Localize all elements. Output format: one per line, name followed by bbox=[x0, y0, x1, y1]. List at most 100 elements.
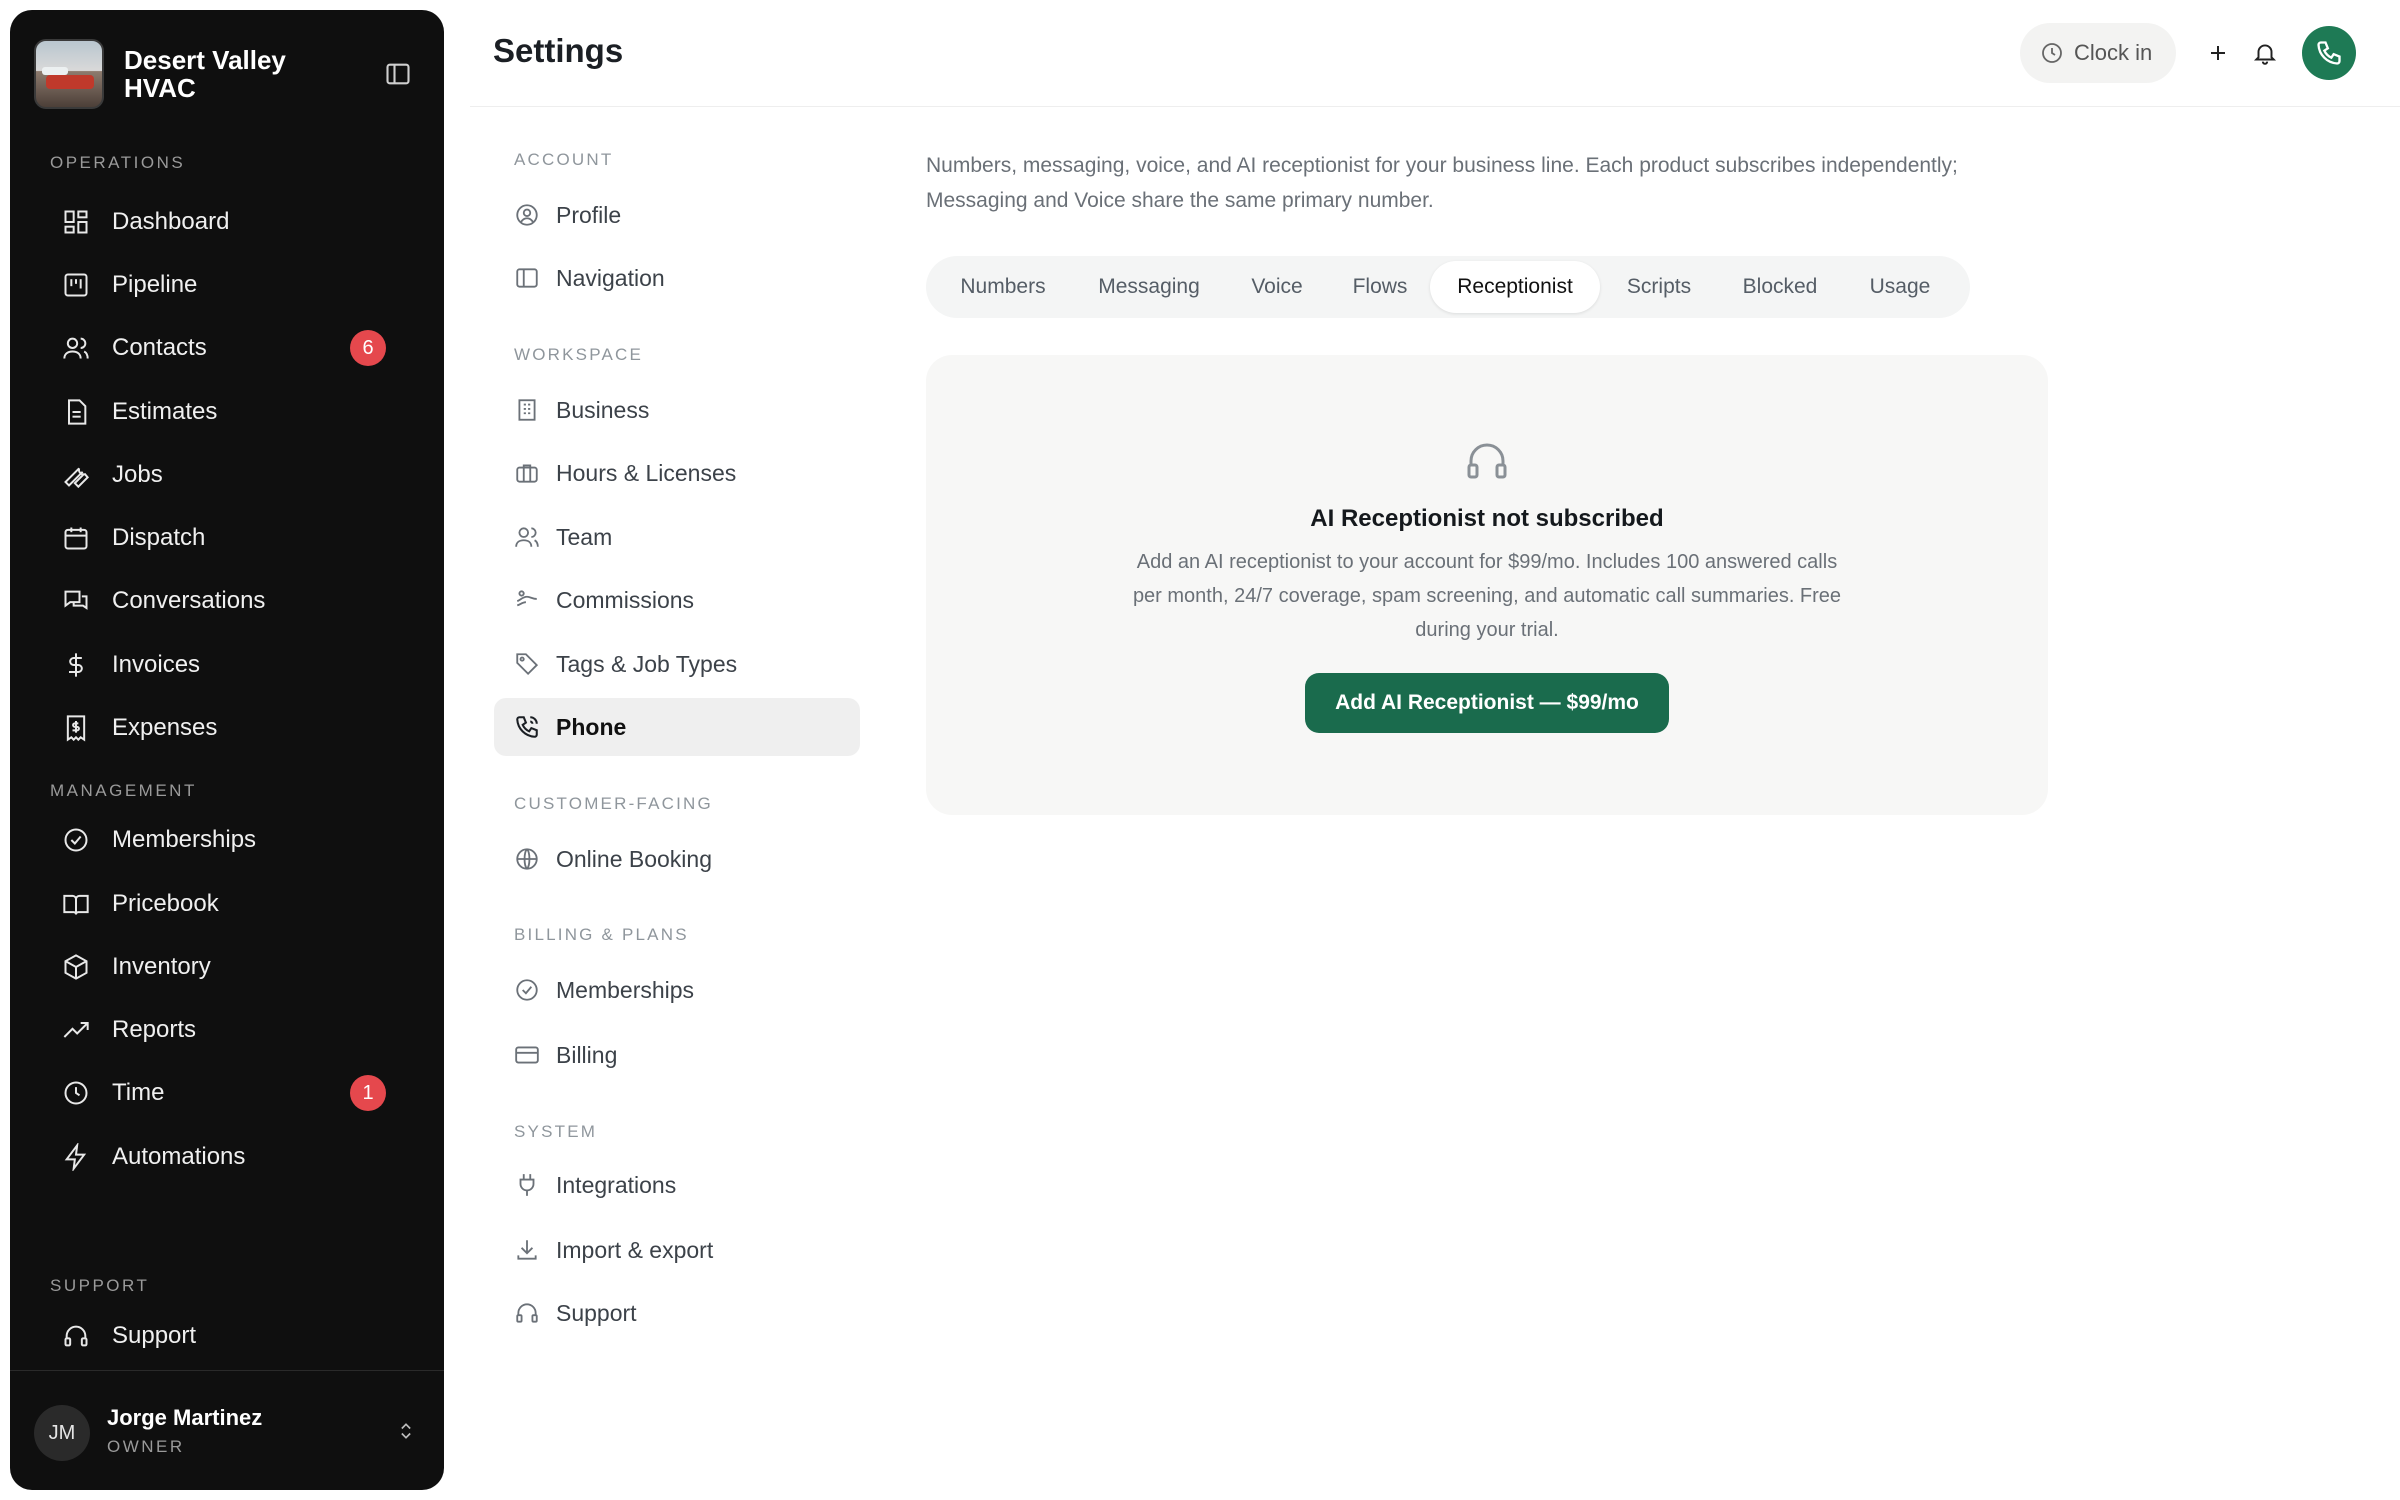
settings-item-commissions[interactable]: Commissions bbox=[494, 571, 860, 629]
sidebar-item-label: Estimates bbox=[112, 398, 218, 425]
sidebar-item-label: Automations bbox=[112, 1143, 246, 1170]
receipt-icon bbox=[60, 712, 92, 744]
sidebar-item-time[interactable]: Time 1 bbox=[32, 1065, 422, 1121]
settings-section-account: ACCOUNT bbox=[514, 150, 614, 169]
avatar: JM bbox=[34, 1405, 90, 1461]
sidebar-item-label: Pricebook bbox=[112, 890, 219, 917]
receptionist-empty-state: AI Receptionist not subscribed Add an AI… bbox=[926, 355, 2048, 815]
settings-item-memberships[interactable]: Memberships bbox=[494, 961, 860, 1019]
settings-item-team[interactable]: Team bbox=[494, 508, 860, 566]
sidebar-item-label: Invoices bbox=[112, 651, 201, 678]
phone-icon bbox=[2317, 41, 2341, 65]
header-divider bbox=[470, 106, 2400, 107]
phone-icon bbox=[512, 712, 542, 742]
calendar-icon bbox=[60, 522, 92, 554]
settings-item-label: Import & export bbox=[556, 1236, 714, 1263]
tab-voice[interactable]: Voice bbox=[1224, 261, 1330, 313]
sidebar-item-label: Conversations bbox=[112, 587, 266, 614]
chevron-up-down-icon bbox=[401, 1423, 411, 1439]
sidebar-item-conversations[interactable]: Conversations bbox=[32, 573, 422, 629]
users-icon bbox=[512, 522, 542, 552]
tab-blocked[interactable]: Blocked bbox=[1718, 261, 1842, 313]
sidebar-item-label: Memberships bbox=[112, 826, 257, 853]
clock-in-button[interactable]: Clock in bbox=[2020, 23, 2176, 83]
settings-item-online-booking[interactable]: Online Booking bbox=[494, 830, 860, 888]
settings-item-navigation[interactable]: Navigation bbox=[494, 249, 860, 307]
app-sidebar: Desert Valley HVAC OPERATIONS Dashboard … bbox=[10, 10, 444, 1490]
user-name: Jorge Martinez bbox=[107, 1405, 263, 1430]
settings-item-phone[interactable]: Phone bbox=[494, 698, 860, 756]
sidebar-item-label: Dashboard bbox=[112, 208, 230, 235]
sidebar-item-invoices[interactable]: Invoices bbox=[32, 637, 422, 693]
settings-section-workspace: WORKSPACE bbox=[514, 345, 644, 364]
sidebar-item-jobs[interactable]: Jobs bbox=[32, 447, 422, 503]
brand-name: Desert Valley HVAC bbox=[124, 45, 286, 103]
building-icon bbox=[512, 395, 542, 425]
settings-item-business[interactable]: Business bbox=[494, 381, 860, 439]
clock-in-label: Clock in bbox=[2074, 40, 2153, 65]
trend-icon bbox=[60, 1014, 92, 1046]
sidebar-item-contacts[interactable]: Contacts 6 bbox=[32, 320, 422, 376]
add-button[interactable] bbox=[2198, 33, 2238, 73]
user-menu-toggle[interactable] bbox=[392, 1417, 420, 1445]
sidebar-item-label: Contacts bbox=[112, 334, 207, 361]
settings-item-hours-licenses[interactable]: Hours & Licenses bbox=[494, 444, 860, 502]
brand-logo bbox=[34, 39, 104, 109]
settings-item-label: Commissions bbox=[556, 586, 695, 613]
box-icon bbox=[60, 951, 92, 983]
sidebar-item-reports[interactable]: Reports bbox=[32, 1002, 422, 1058]
bolt-icon bbox=[60, 1141, 92, 1173]
tab-messaging[interactable]: Messaging bbox=[1074, 261, 1224, 313]
sidebar-item-pricebook[interactable]: Pricebook bbox=[32, 876, 422, 932]
settings-item-label: Tags & Job Types bbox=[556, 650, 738, 677]
settings-item-billing[interactable]: Billing bbox=[494, 1026, 860, 1084]
settings-item-label: Business bbox=[556, 396, 650, 423]
grid-icon bbox=[60, 206, 92, 238]
page-title: Settings bbox=[493, 32, 624, 69]
tab-receptionist[interactable]: Receptionist bbox=[1430, 261, 1600, 313]
sidebar-item-expenses[interactable]: Expenses bbox=[32, 700, 422, 756]
notifications-button[interactable] bbox=[2245, 33, 2285, 73]
sidebar-item-label: Expenses bbox=[112, 714, 218, 741]
user-menu[interactable]: JM Jorge Martinez OWNER bbox=[10, 1370, 444, 1490]
tab-numbers[interactable]: Numbers bbox=[932, 261, 1074, 313]
settings-item-support[interactable]: Support bbox=[494, 1284, 860, 1342]
kanban-icon bbox=[60, 269, 92, 301]
empty-state-description: Add an AI receptionist to your account f… bbox=[1132, 551, 1842, 641]
settings-item-label: Billing bbox=[556, 1041, 618, 1068]
settings-item-label: Hours & Licenses bbox=[556, 459, 737, 486]
settings-item-label: Navigation bbox=[556, 264, 665, 291]
add-ai-receptionist-button[interactable]: Add AI Receptionist — $99/mo bbox=[1305, 673, 1669, 733]
sidebar-item-inventory[interactable]: Inventory bbox=[32, 939, 422, 995]
tag-icon bbox=[512, 649, 542, 679]
sidebar-item-memberships[interactable]: Memberships bbox=[32, 812, 422, 868]
document-icon bbox=[60, 396, 92, 428]
clock-icon bbox=[2042, 43, 2062, 63]
sidebar-item-dispatch[interactable]: Dispatch bbox=[32, 510, 422, 566]
settings-item-import-export[interactable]: Import & export bbox=[494, 1221, 860, 1279]
brand: Desert Valley HVAC bbox=[34, 34, 420, 114]
settings-item-label: Profile bbox=[556, 201, 622, 228]
sidebar-item-estimates[interactable]: Estimates bbox=[32, 384, 422, 440]
phone-tabs: Numbers Messaging Voice Flows Receptioni… bbox=[926, 256, 1970, 318]
sidebar-item-support[interactable]: Support bbox=[32, 1308, 422, 1364]
download-icon bbox=[512, 1235, 542, 1265]
sidebar-item-label: Reports bbox=[112, 1016, 197, 1043]
collapse-sidebar-button[interactable] bbox=[380, 56, 416, 92]
sidebar-item-pipeline[interactable]: Pipeline bbox=[32, 257, 422, 313]
sidebar-item-label: Time bbox=[112, 1079, 165, 1106]
settings-item-profile[interactable]: Profile bbox=[494, 186, 860, 244]
tab-usage[interactable]: Usage bbox=[1842, 261, 1958, 313]
sidebar-item-automations[interactable]: Automations bbox=[32, 1129, 422, 1185]
nav-section-operations: OPERATIONS bbox=[50, 153, 186, 172]
sidebar-item-dashboard[interactable]: Dashboard bbox=[32, 194, 422, 250]
contacts-count-badge: 6 bbox=[350, 330, 386, 366]
tab-flows[interactable]: Flows bbox=[1330, 261, 1430, 313]
settings-item-tags-job-types[interactable]: Tags & Job Types bbox=[494, 635, 860, 693]
settings-section-customer-facing: CUSTOMER-FACING bbox=[514, 794, 713, 813]
user-circle-icon bbox=[512, 200, 542, 230]
chat-icon bbox=[60, 585, 92, 617]
tab-scripts[interactable]: Scripts bbox=[1600, 261, 1718, 313]
settings-item-integrations[interactable]: Integrations bbox=[494, 1156, 860, 1214]
phone-dialer-button[interactable] bbox=[2302, 26, 2356, 80]
